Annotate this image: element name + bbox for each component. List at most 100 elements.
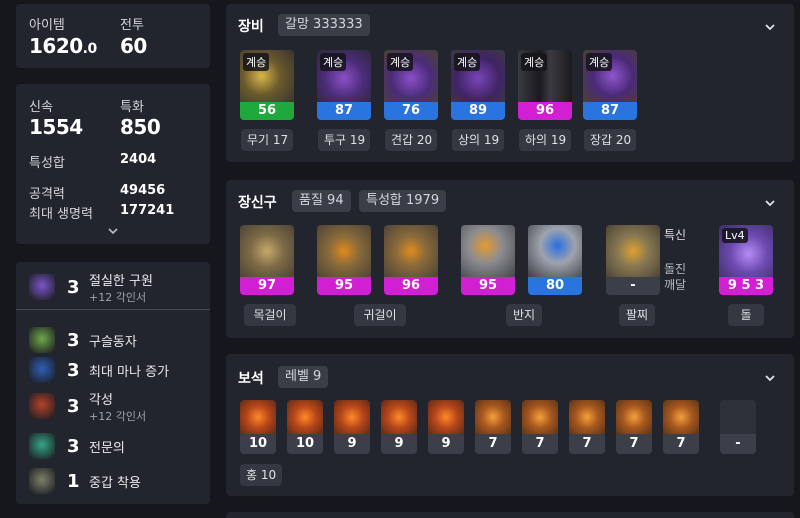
bracelet-effect-2: 돌진 (664, 262, 687, 276)
ability-stone-slot[interactable]: Lv4 9 5 3 (719, 225, 773, 295)
inherit-tag: 계승 (320, 53, 347, 71)
gem-slot[interactable]: 7 (616, 400, 652, 454)
bracelet-effect-1: 특신 (664, 228, 687, 242)
gem-image (287, 400, 323, 434)
engraving-book-sub: +12 각인서 (89, 409, 147, 423)
quality-bar: 96 (518, 102, 572, 120)
engraving-name: 구슬동자 (89, 334, 137, 350)
accessory-slot[interactable]: 95 (461, 225, 515, 295)
item-level-value: 1620.0 (29, 34, 97, 58)
quality-bar: 80 (528, 277, 582, 295)
quality-bar: - (606, 277, 660, 295)
quality-bar: 89 (451, 102, 505, 120)
item-level-panel: 아이템 1620.0 전투 60 (16, 4, 210, 68)
accessory-image (240, 225, 294, 277)
gem-slot[interactable]: 9 (334, 400, 370, 454)
accessory-slot[interactable]: 95 (317, 225, 371, 295)
quality-bar: 76 (384, 102, 438, 120)
stats-panel: 신속 1554 특화 850 특성합 2404 공격력 49456 최대 생명력… (16, 84, 210, 244)
gem-image (616, 400, 652, 434)
attack-value: 49456 (120, 183, 166, 198)
gem-image (381, 400, 417, 434)
gem-image (428, 400, 464, 434)
equipment-slot[interactable]: 계승 76 (384, 50, 438, 120)
quality-bar: 9 5 3 (719, 277, 773, 295)
swift-value: 1554 (29, 115, 83, 139)
engraving-icon (29, 274, 55, 300)
equipment-slot-label: 무기 17 (241, 129, 293, 151)
engraving-level: 3 (67, 276, 80, 298)
gem-level: 7 (569, 434, 605, 454)
engraving-name: 각성 (89, 392, 113, 408)
equipment-slot-label: 상의 19 (452, 129, 504, 151)
gem-slot[interactable]: 7 (522, 400, 558, 454)
gem-level: 9 (334, 434, 370, 454)
quality-bar: 87 (317, 102, 371, 120)
stone-level-tag: Lv4 (722, 228, 748, 243)
gem-slot[interactable]: 7 (569, 400, 605, 454)
collapse-chevron-icon[interactable] (763, 20, 777, 34)
equipment-slot[interactable]: 계승 96 (518, 50, 572, 120)
gem-slot[interactable]: 10 (240, 400, 276, 454)
bracelet-slot[interactable]: - (606, 225, 660, 295)
engraving-row[interactable]: 3 최대 마나 증가 (16, 352, 211, 388)
gem-image (663, 400, 699, 434)
accessory-title: 장신구 (238, 195, 277, 211)
engraving-icon (29, 393, 55, 419)
accessory-image (384, 225, 438, 277)
accessory-slot[interactable]: 80 (528, 225, 582, 295)
engraving-panel: 3 절실한 구원 +12 각인서 3 구슬동자 3 최대 마나 증가 3 각성 +12 각인서 3 전… (16, 262, 210, 504)
equipment-title: 장비 (238, 19, 264, 35)
collapse-chevron-icon[interactable] (763, 371, 777, 385)
engraving-level: 3 (67, 395, 80, 417)
engraving-name: 절실한 구원 (89, 273, 153, 289)
equipment-slot[interactable]: 계승 87 (583, 50, 637, 120)
equipment-panel: 장비 갈망 333333 계승 56 무기 17 계승 87 투구 19 계승 76 견갑 20… (226, 4, 794, 162)
engraving-row[interactable]: 3 전문의 (16, 428, 211, 464)
accessory-slot[interactable]: 97 (240, 225, 294, 295)
gem-level: 9 (428, 434, 464, 454)
engraving-name: 중갑 착용 (89, 475, 141, 491)
quality-bar: 96 (384, 277, 438, 295)
gem-level: 7 (616, 434, 652, 454)
slot-label-necklace: 목걸이 (244, 304, 296, 326)
accessory-panel: 장신구 품질 94 특성합 1979 97 95 96 95 80 - Lv4 9 5 3 특… (226, 180, 794, 338)
gem-image (240, 400, 276, 434)
engraving-row[interactable]: 3 절실한 구원 +12 각인서 (16, 269, 211, 305)
expand-chevron-icon[interactable] (107, 226, 119, 236)
slot-label-ring: 반지 (506, 304, 542, 326)
engraving-icon (29, 433, 55, 459)
gem-level: 9 (381, 434, 417, 454)
gem-slot[interactable]: 7 (475, 400, 511, 454)
equipment-slot-label: 장갑 20 (584, 129, 636, 151)
equipment-slot[interactable]: 계승 56 (240, 50, 294, 120)
gem-level: 7 (663, 434, 699, 454)
gem-slot[interactable]: 10 (287, 400, 323, 454)
accessory-slot[interactable]: 96 (384, 225, 438, 295)
gem-slot[interactable]: 9 (428, 400, 464, 454)
equipment-slot[interactable]: 계승 89 (451, 50, 505, 120)
hp-value: 177241 (120, 203, 175, 218)
equipment-slot[interactable]: 계승 87 (317, 50, 371, 120)
total-stat-label: 특성합 (29, 156, 65, 171)
inherit-tag: 계승 (243, 53, 270, 71)
collapse-chevron-icon[interactable] (763, 196, 777, 210)
quality-bar: 95 (461, 277, 515, 295)
engraving-icon (29, 468, 55, 494)
gem-slot[interactable]: 7 (663, 400, 699, 454)
spec-label: 특화 (120, 100, 144, 115)
gem-level: 7 (475, 434, 511, 454)
gem-slot[interactable]: - (720, 400, 756, 454)
gem-level-chip: 레벨 9 (278, 366, 329, 388)
engraving-book-sub: +12 각인서 (89, 290, 147, 304)
gem-image (334, 400, 370, 434)
gem-title: 보석 (238, 371, 264, 387)
next-panel-edge (226, 512, 794, 518)
gem-slot[interactable]: 9 (381, 400, 417, 454)
inherit-tag: 계승 (521, 53, 548, 71)
engraving-row[interactable]: 3 각성 +12 각인서 (16, 388, 211, 424)
engraving-name: 전문의 (89, 440, 125, 456)
slot-label-bracelet: 팔찌 (619, 304, 655, 326)
equipment-slot-label: 견갑 20 (385, 129, 437, 151)
engraving-row[interactable]: 1 중갑 착용 (16, 463, 211, 499)
